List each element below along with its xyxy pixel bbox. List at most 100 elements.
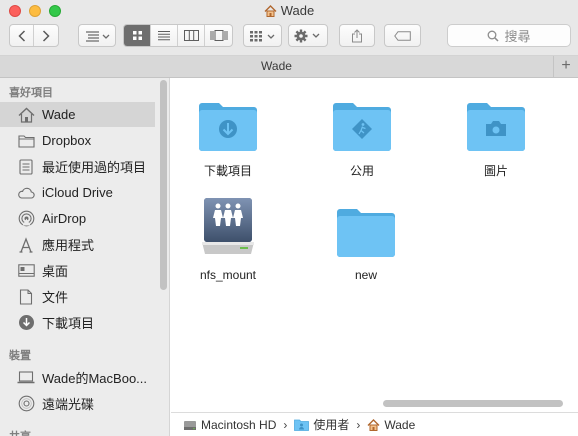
disc-icon [17,395,35,413]
list-icon [158,31,170,41]
horizontal-scrollbar[interactable] [383,400,563,407]
file-item-pictures[interactable]: 圖片 [441,92,551,179]
path-item-label: Macintosh HD [201,417,277,432]
share-button[interactable] [339,24,375,47]
file-item-downloads[interactable]: 下載項目 [173,92,283,179]
sidebar-item-label: 遠端光碟 [42,397,95,412]
sidebar-item-macbook[interactable]: Wade的MacBoo... [0,365,155,390]
list-group-icon [86,30,110,42]
window-title: Wade [0,3,578,20]
back-button[interactable] [10,25,34,46]
favorites-section-title: 喜好項目 [9,87,53,99]
sidebar-item-recents[interactable]: 最近使用過的項目 [0,154,155,179]
folder-icon [17,132,35,150]
path-item-label: Wade [384,417,416,432]
sidebar-item-label: Wade的MacBoo... [42,371,148,386]
search-field[interactable]: 搜尋 [447,24,571,47]
shared-section-title: 共享 [9,428,31,436]
grid-icon [132,31,142,40]
sidebar-item-documents[interactable]: 文件 [0,284,155,309]
sidebar-item-label: Dropbox [42,133,92,148]
sidebar-item-icloud-drive[interactable]: iCloud Drive [0,180,155,205]
sidebar-item-label: 桌面 [42,264,69,279]
file-name: 圖片 [483,164,508,178]
path-item-users[interactable]: 使用者 [294,416,349,433]
folder-icon [311,198,421,258]
sidebar-item-remote-disc[interactable]: 遠端光碟 [0,391,155,416]
network-volume-icon [173,198,283,258]
file-item-new[interactable]: new [311,198,421,282]
sidebar-item-label: 應用程式 [42,238,95,253]
sidebar-item-label: AirDrop [42,211,87,226]
forward-button[interactable] [34,25,58,46]
edit-tags-button[interactable] [384,24,421,47]
sidebar-item-label: iCloud Drive [42,185,113,200]
sidebar-item-desktop[interactable]: 桌面 [0,258,155,283]
sidebar-item-label: Wade [42,107,76,122]
path-item-macintosh-hd[interactable]: Macintosh HD [183,418,276,432]
sidebar-item-wade[interactable]: Wade [0,102,155,127]
documents-icon [17,288,35,306]
hard-drive-icon [184,420,196,430]
devices-section-title: 裝置 [9,350,31,362]
path-item-wade[interactable]: Wade [367,418,415,432]
file-name: 下載項目 [203,164,252,178]
icon-view-button[interactable] [124,25,151,46]
file-browser: 下載項目 公用 圖片 nfs_mount new [171,78,578,406]
cloud-icon [17,184,35,202]
file-item-public[interactable]: 公用 [307,92,417,179]
sidebar-scrollbar[interactable] [160,80,167,290]
group-by-button[interactable] [78,24,116,47]
sidebar-item-downloads[interactable]: 下載項目 [0,310,155,335]
home-icon [367,418,380,431]
home-icon [17,106,35,124]
arrange-button[interactable] [243,24,282,47]
file-item-nfs-mount[interactable]: nfs_mount [173,198,283,282]
cover-flow-icon [210,30,227,41]
public-folder-icon [307,92,417,152]
view-mode-control [123,24,233,47]
downloads-icon [17,314,35,332]
chevron-left-icon [17,29,25,42]
columns-icon [183,30,199,41]
sidebar-item-airdrop[interactable]: AirDrop [0,206,155,231]
search-placeholder: 搜尋 [504,29,531,44]
title-bar: Wade 搜尋 [0,0,578,56]
airdrop-icon [17,210,35,228]
gear-icon [294,29,320,42]
navigation-buttons [9,24,59,47]
sidebar-item-label: 下載項目 [42,316,95,331]
search-icon [488,30,500,42]
gallery-view-button[interactable] [205,25,232,46]
window-title-text: Wade [280,3,315,18]
file-name: 公用 [349,164,374,178]
tab-bar: Wade + [0,56,578,78]
recents-icon [17,158,35,176]
path-bar: Macintosh HD › 使用者 › Wade [171,412,578,436]
sidebar-item-applications[interactable]: 應用程式 [0,232,155,257]
sidebar-item-label: 文件 [42,290,69,305]
chevron-right-icon [42,29,50,42]
applications-icon [17,236,35,254]
path-separator: › [356,417,361,432]
path-separator: › [283,417,288,432]
column-view-button[interactable] [178,25,205,46]
users-folder-icon [294,419,310,431]
sidebar: 喜好項目 Wade Dropbox 最近使用過的項目 iCloud Drive … [0,78,170,436]
path-item-label: 使用者 [313,418,350,432]
tag-icon [393,30,411,41]
laptop-icon [17,369,35,387]
pictures-folder-icon [441,92,551,152]
sidebar-item-label: 最近使用過的項目 [42,160,147,175]
downloads-folder-icon [173,92,283,152]
new-tab-button[interactable]: + [553,56,578,77]
arrange-grid-icon [249,30,274,41]
sidebar-item-dropbox[interactable]: Dropbox [0,128,155,153]
file-name: new [354,268,377,282]
tab-wade[interactable]: Wade [0,56,553,77]
desktop-icon [17,262,35,280]
file-name: nfs_mount [199,268,257,282]
list-view-button[interactable] [151,25,178,46]
action-menu-button[interactable] [288,24,328,47]
home-icon [264,5,277,20]
